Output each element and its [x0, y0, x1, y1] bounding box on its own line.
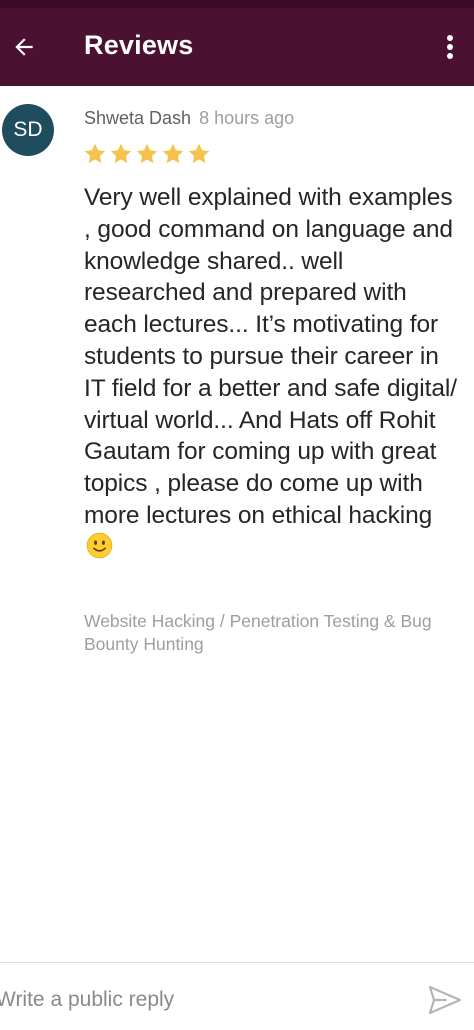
star-icon: [136, 143, 158, 164]
app-bar: Reviews: [0, 8, 474, 86]
review-author[interactable]: Shweta Dash: [84, 108, 191, 128]
star-rating: [83, 142, 211, 166]
reply-input[interactable]: [0, 980, 406, 1020]
star-icon: [188, 143, 210, 164]
status-bar: [0, 0, 474, 8]
send-icon: [428, 985, 462, 1015]
slightly-smiling-face-icon: [86, 532, 113, 558]
course-name[interactable]: Website Hacking / Penetration Testing & …: [84, 610, 458, 656]
send-button[interactable]: [424, 980, 466, 1020]
more-vertical-icon: [447, 35, 453, 59]
reviews-screen: Reviews SD Shweta Dash 8 hours ago Very w…: [0, 0, 474, 1030]
page-title: Reviews: [84, 30, 194, 60]
more-options-button[interactable]: [432, 25, 468, 69]
review-text: Very well explained with examples , good…: [84, 184, 457, 529]
star-icon: [162, 143, 184, 164]
review-time: 8 hours ago: [199, 108, 295, 128]
back-button[interactable]: [2, 25, 46, 69]
avatar[interactable]: SD: [2, 104, 54, 156]
review-header: Shweta Dash 8 hours ago: [84, 108, 294, 129]
star-icon: [84, 143, 106, 164]
star-icon: [110, 143, 132, 164]
divider: [0, 962, 474, 963]
arrow-left-icon: [15, 38, 33, 56]
review-body: Very well explained with examples , good…: [84, 182, 464, 564]
